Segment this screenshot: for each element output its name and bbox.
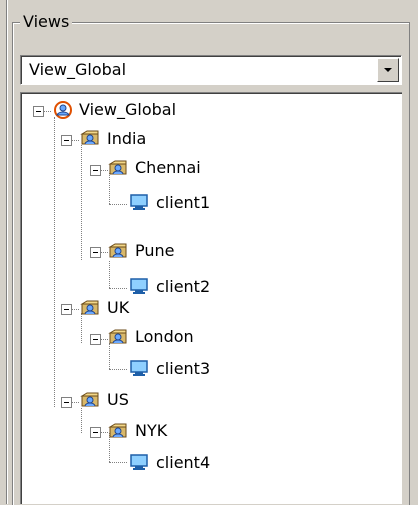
group-folder-icon [108, 327, 128, 345]
tree-node-label[interactable]: client1 [156, 194, 210, 212]
view-select-value: View_Global [29, 60, 127, 79]
tree-connector [43, 111, 51, 112]
computer-icon [129, 277, 149, 295]
computer-icon [129, 453, 149, 471]
tree-connector [71, 402, 79, 403]
computer-icon [129, 359, 149, 377]
views-group-title: Views [20, 12, 73, 32]
tree-connector [81, 145, 82, 260]
global-view-icon [53, 100, 73, 119]
window-edge [0, 0, 8, 504]
tree-connector [54, 117, 55, 407]
dropdown-button[interactable] [377, 58, 399, 82]
views-tree[interactable]: View_Global India Chennai client1 Pune c… [20, 92, 402, 504]
group-folder-icon [80, 390, 100, 408]
tree-connector [100, 170, 108, 171]
tree-connector [109, 261, 110, 288]
group-folder-icon [80, 128, 100, 146]
tree-connector [100, 339, 108, 340]
group-folder-icon [108, 241, 128, 259]
tree-node-label[interactable]: client3 [156, 360, 210, 378]
tree-connector [109, 204, 127, 205]
tree-connector [109, 369, 127, 370]
tree-connector [81, 313, 82, 343]
tree-node-label[interactable]: client4 [156, 454, 210, 472]
computer-icon [129, 193, 149, 211]
tree-connector [109, 173, 110, 204]
tree-node-label[interactable]: UK [107, 299, 129, 317]
tree-node-label[interactable]: client2 [156, 278, 210, 296]
tree-connector [109, 462, 127, 463]
tree-connector [109, 343, 110, 369]
tree-node-label[interactable]: India [107, 130, 146, 148]
tree-node-label[interactable]: US [107, 391, 129, 409]
view-select-dropdown[interactable]: View_Global [20, 55, 402, 85]
group-folder-icon [80, 298, 100, 316]
tree-connector [100, 432, 108, 433]
chevron-down-icon [384, 68, 392, 72]
tree-node-label[interactable]: NYK [135, 422, 167, 440]
group-folder-icon [108, 158, 128, 176]
tree-node-label[interactable]: View_Global [79, 101, 176, 119]
tree-connector [71, 309, 79, 310]
tree-connector [100, 252, 108, 253]
tree-connector [109, 288, 127, 289]
tree-connector [71, 140, 79, 141]
group-folder-icon [108, 421, 128, 439]
tree-node-label[interactable]: Pune [135, 242, 175, 260]
tree-node-label[interactable]: London [135, 328, 194, 346]
tree-connector [81, 408, 82, 433]
tree-node-label[interactable]: Chennai [135, 159, 201, 177]
